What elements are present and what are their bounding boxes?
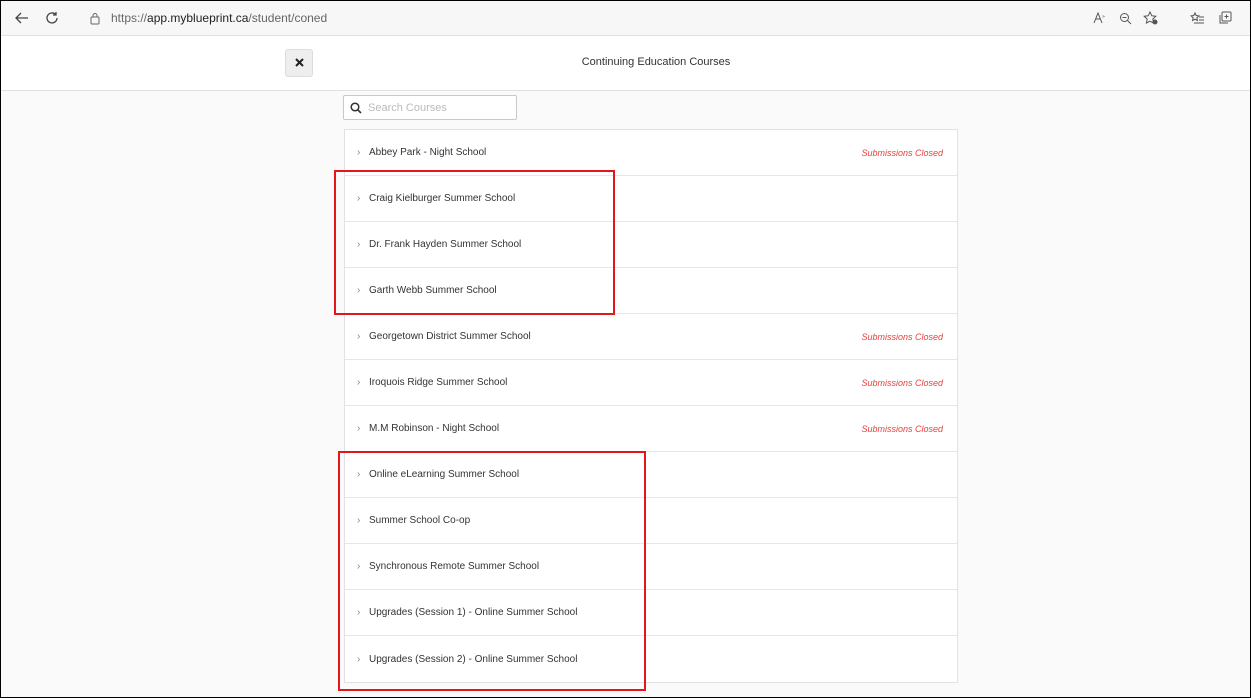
zoom-icon[interactable] [1115,8,1135,28]
course-name: Upgrades (Session 1) - Online Summer Sch… [369,607,578,618]
course-name: Upgrades (Session 2) - Online Summer Sch… [369,653,578,665]
course-name: Synchronous Remote Summer School [369,561,540,572]
app-header: Continuing Education Courses [1,36,1250,91]
course-row[interactable]: › Garth Webb Summer School [345,268,957,314]
course-row[interactable]: › Abbey Park - Night School Submissions Cl… [345,130,957,176]
chevron-right-icon: › [357,469,361,480]
url-prefix: https:// [111,11,148,25]
course-row[interactable]: › Synchronous Remote Summer School [345,544,957,590]
page-title: Continuing Education Courses [581,56,731,68]
read-aloud-icon[interactable]: » [1090,8,1110,28]
chevron-right-icon: › [357,377,361,388]
search-box[interactable] [343,95,517,120]
address-bar[interactable]: https://app.myblueprint.ca/student/coned [75,6,1075,30]
chevron-right-icon: › [357,147,361,158]
browser-toolbar: https://app.myblueprint.ca/student/coned… [1,1,1250,36]
course-name: Abbey Park - Night School [369,147,487,158]
course-name: M.M Robinson - Night School [369,423,500,434]
search-icon [350,101,362,114]
chevron-right-icon: › [357,561,361,572]
collections-icon[interactable] [1215,8,1235,28]
course-row[interactable]: › Dr. Frank Hayden Summer School [345,222,957,268]
window-frame: https://app.myblueprint.ca/student/coned… [0,0,1251,698]
chevron-right-icon: › [357,607,361,618]
course-row[interactable]: › Upgrades (Session 2) - Online Summer Sc… [345,636,957,682]
course-row[interactable]: › M.M Robinson - Night School Submissions … [345,406,957,452]
lock-icon[interactable] [87,10,103,26]
refresh-icon[interactable] [41,7,63,29]
chevron-right-icon: › [357,653,361,665]
status-badge: Submissions Closed [861,377,943,388]
url-host: app.myblueprint.ca [147,11,249,25]
course-row[interactable]: › Iroquois Ridge Summer School Submissions… [345,360,957,406]
course-name: Summer School Co-op [369,515,471,526]
url-path: /student/coned [248,11,328,25]
chevron-right-icon: › [357,193,361,204]
course-name: Craig Kielburger Summer School [369,193,516,204]
course-name: Garth Webb Summer School [369,285,497,296]
course-row[interactable]: › Craig Kielburger Summer School [345,176,957,222]
course-row[interactable]: › Georgetown District Summer School Submis… [345,314,957,360]
course-list: › Abbey Park - Night School Submissions Cl… [344,129,958,683]
course-row[interactable]: › Upgrades (Session 1) - Online Summer Sc… [345,590,957,636]
chevron-right-icon: › [357,331,361,342]
course-row[interactable]: › Summer School Co-op [345,498,957,544]
chevron-right-icon: › [357,285,361,296]
search-input[interactable] [366,100,516,115]
favorites-list-icon[interactable] [1187,8,1207,28]
status-badge: Submissions Closed [861,147,943,158]
course-row[interactable]: › Online eLearning Summer School [345,452,957,498]
favorite-icon[interactable] [1140,8,1160,28]
course-name: Iroquois Ridge Summer School [369,377,508,388]
status-badge: Submissions Closed [861,331,943,342]
svg-text:»: » [1102,14,1105,20]
course-name: Online eLearning Summer School [369,469,520,480]
url-text: https://app.myblueprint.ca/student/coned [111,11,327,25]
status-badge: Submissions Closed [861,423,943,434]
back-arrow-icon[interactable] [11,7,33,29]
chevron-right-icon: › [357,423,361,434]
course-name: Georgetown District Summer School [369,331,531,342]
course-name: Dr. Frank Hayden Summer School [369,239,522,250]
chevron-right-icon: › [357,515,361,526]
chevron-right-icon: › [357,239,361,250]
